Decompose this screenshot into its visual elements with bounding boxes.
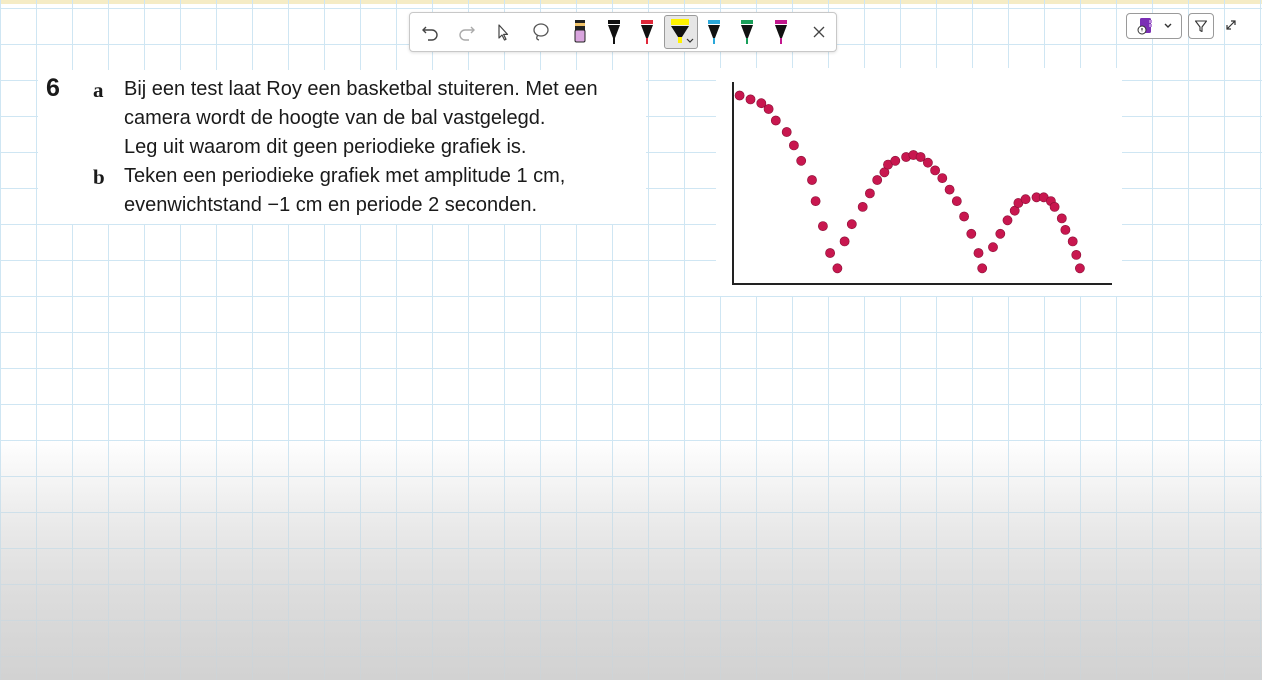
lasso-icon	[533, 23, 549, 41]
data-point-15	[857, 201, 868, 212]
exercise-number: 6	[46, 74, 60, 102]
pen-red-button[interactable]	[632, 17, 662, 47]
part-letter-b: b	[93, 165, 105, 189]
onenote-icon	[1137, 18, 1152, 35]
redo-icon	[459, 26, 475, 41]
data-point-27	[944, 184, 955, 195]
bottom-shade	[0, 440, 1262, 680]
undo-icon	[422, 26, 438, 41]
data-point-1	[745, 94, 756, 105]
bounce-chart	[732, 82, 1112, 285]
expand-icon	[1226, 20, 1236, 30]
data-point-42	[1049, 201, 1060, 212]
data-point-45	[1067, 236, 1078, 247]
data-point-17	[872, 175, 883, 185]
select-button[interactable]	[488, 17, 518, 47]
data-point-8	[807, 175, 817, 185]
part-a-line-2: camera wordt de hoogte van de bal vastge…	[124, 107, 546, 129]
cursor-arrow-icon	[498, 24, 509, 41]
pen-blue-button[interactable]	[699, 17, 729, 47]
redo-button[interactable]	[452, 17, 482, 47]
highlighter-yellow-button[interactable]	[664, 15, 698, 49]
pen-green-button[interactable]	[732, 17, 762, 47]
data-point-34	[995, 228, 1006, 239]
highlighter-icon	[671, 19, 694, 43]
eraser-icon	[574, 20, 586, 43]
pen-icon	[775, 20, 787, 44]
data-point-33	[988, 242, 998, 253]
data-point-14	[846, 219, 857, 230]
data-point-31	[973, 248, 984, 258]
data-point-20	[890, 155, 901, 166]
data-point-13	[839, 236, 850, 247]
filter-button[interactable]	[1188, 13, 1214, 39]
data-point-0	[734, 90, 745, 101]
part-b-line-1: Teken een periodieke grafiek met amplitu…	[124, 165, 566, 187]
pen-icon	[641, 20, 653, 44]
pen-magenta-button[interactable]	[766, 17, 796, 47]
data-point-26	[937, 173, 948, 183]
data-point-4	[770, 115, 781, 126]
part-a-line-1: Bij een test laat Roy een basketbal stui…	[124, 78, 598, 100]
exercise-panel: 6 a Bij een test laat Roy een basketbal …	[38, 70, 646, 224]
close-icon	[813, 26, 825, 38]
data-point-43	[1056, 213, 1067, 224]
data-point-3	[763, 104, 774, 114]
data-points	[734, 90, 1085, 274]
data-point-29	[959, 211, 969, 222]
data-point-24	[922, 157, 933, 168]
data-point-44	[1060, 224, 1071, 235]
onenote-menu-button[interactable]	[1126, 13, 1182, 39]
filter-icon	[1194, 20, 1208, 33]
data-point-11	[825, 248, 835, 258]
pen-icon	[608, 20, 620, 44]
data-point-7	[796, 155, 807, 166]
data-point-10	[818, 221, 828, 231]
data-point-25	[930, 165, 940, 176]
chevron-down-icon	[1164, 23, 1172, 28]
close-button[interactable]	[804, 17, 834, 47]
data-point-46	[1071, 249, 1082, 260]
data-point-12	[832, 263, 843, 274]
part-a-line-3: Leg uit waarom dit geen periodieke grafi…	[124, 136, 527, 158]
data-point-9	[810, 196, 821, 206]
data-point-32	[977, 263, 988, 274]
data-point-38	[1020, 194, 1031, 205]
data-point-28	[951, 196, 962, 206]
data-point-5	[781, 127, 792, 137]
part-letter-a: a	[93, 78, 104, 102]
data-point-35	[1002, 215, 1013, 226]
expand-button[interactable]	[1220, 14, 1242, 36]
data-point-47	[1074, 263, 1085, 274]
lasso-button[interactable]	[526, 17, 556, 47]
drawing-toolbar	[409, 12, 837, 52]
pen-icon	[741, 20, 753, 44]
data-point-6	[789, 140, 799, 151]
pen-black-button[interactable]	[599, 17, 629, 47]
pen-icon	[708, 20, 720, 44]
part-b-line-2: evenwichtstand −1 cm en periode 2 second…	[124, 194, 538, 216]
undo-button[interactable]	[415, 17, 445, 47]
bounce-graph-panel	[716, 68, 1122, 296]
data-point-16	[864, 188, 875, 199]
eraser-button[interactable]	[565, 17, 595, 47]
data-point-30	[966, 228, 977, 239]
